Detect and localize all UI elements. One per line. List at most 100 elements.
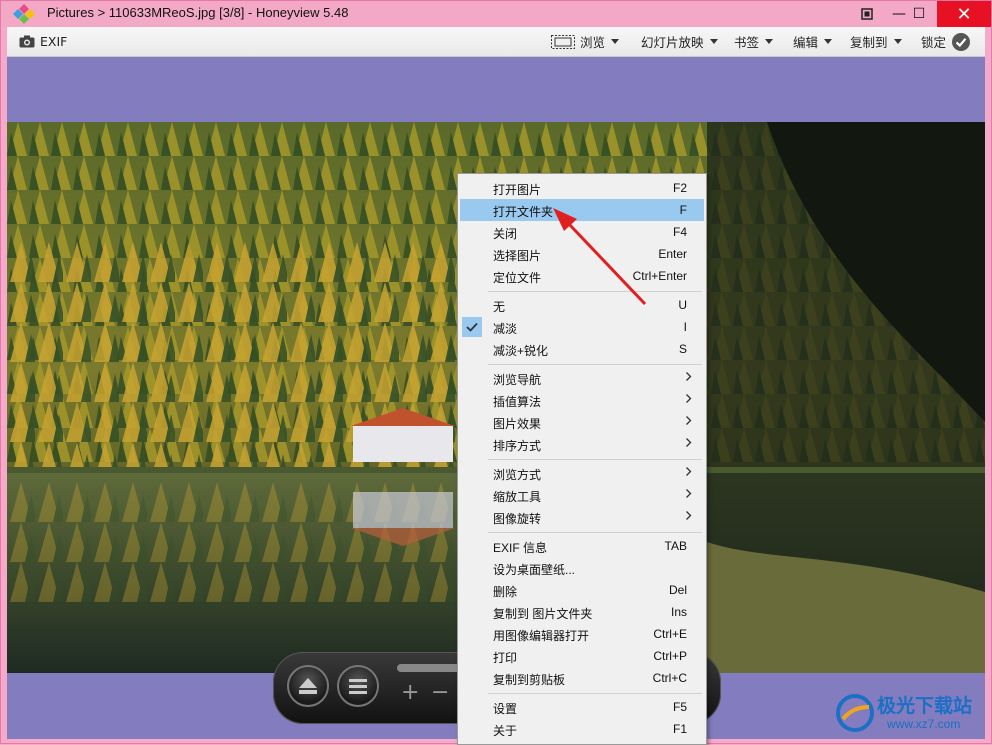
close-button[interactable]: ✕ xyxy=(937,1,991,27)
menu-separator xyxy=(488,364,702,365)
menu-item-label: 减淡 xyxy=(493,322,518,336)
zoom-in-button[interactable]: + xyxy=(401,680,419,705)
menu-item-print[interactable]: 打印 Ctrl+P xyxy=(460,645,704,667)
menu-item-shortcut: S xyxy=(678,342,687,356)
menu-item-label: 设为桌面壁纸... xyxy=(493,563,576,577)
menu-separator xyxy=(488,459,702,460)
menu-item-image-effects[interactable]: 图片效果 xyxy=(460,411,704,433)
menu-item-copy-to-pictures[interactable]: 复制到 图片文件夹 Ins xyxy=(460,601,704,623)
menu-item-label: 用图像编辑器打开 xyxy=(493,629,590,643)
menu-item-label: 删除 xyxy=(493,585,518,599)
menu-item-open-folder[interactable]: 打开文件夹 F xyxy=(460,199,704,221)
hamburger-icon xyxy=(349,679,367,694)
menu-item-label: 定位文件 xyxy=(493,271,542,285)
menu-item-label: EXIF 信息 xyxy=(493,541,548,555)
honeyview-logo-icon xyxy=(13,4,35,24)
menu-item-label: 缩放工具 xyxy=(493,490,542,504)
eject-button[interactable] xyxy=(287,665,329,707)
slideshow-label: 幻灯片放映 xyxy=(641,35,704,50)
browse-menu[interactable]: 浏览 xyxy=(551,27,620,56)
chevron-right-icon xyxy=(686,489,692,498)
exif-label: EXIF xyxy=(40,34,68,49)
menu-button[interactable] xyxy=(337,665,379,707)
chevron-down-icon xyxy=(709,39,718,44)
camera-icon xyxy=(19,35,35,48)
menu-item-open-image[interactable]: 打开图片 F2 xyxy=(460,177,704,199)
menu-item-settings[interactable]: 设置 F5 xyxy=(460,696,704,718)
menu-item-image-rotate[interactable]: 图像旋转 xyxy=(460,506,704,528)
menu-item-delete[interactable]: 删除 Del xyxy=(460,579,704,601)
menu-item-label: 减淡+锐化 xyxy=(493,344,549,358)
menu-item-shortcut: Ins xyxy=(670,605,687,619)
edit-label: 编辑 xyxy=(793,35,819,50)
menu-item-shortcut: Ctrl+E xyxy=(653,627,687,641)
menu-item-label: 排序方式 xyxy=(493,439,542,453)
menu-item-interpolation[interactable]: 插值算法 xyxy=(460,389,704,411)
menu-item-select-image[interactable]: 选择图片 Enter xyxy=(460,243,704,265)
menu-item-close[interactable]: 关闭 F4 xyxy=(460,221,704,243)
menu-item-shortcut: I xyxy=(683,320,687,334)
menu-item-label: 无 xyxy=(493,300,506,314)
menu-item-shortcut: F1 xyxy=(672,722,687,736)
chevron-right-icon xyxy=(686,372,692,381)
lock-button[interactable]: 锁定 xyxy=(921,27,971,56)
menu-item-shortcut: F2 xyxy=(672,181,687,195)
lock-label: 锁定 xyxy=(921,35,947,50)
menu-item-dim[interactable]: 减淡 I xyxy=(460,316,704,338)
zoom-out-button[interactable]: − xyxy=(431,680,449,705)
chevron-down-icon xyxy=(611,39,620,44)
exif-button[interactable]: EXIF xyxy=(19,27,67,56)
menu-item-label: 浏览方式 xyxy=(493,468,542,482)
menu-item-label: 复制到剪贴板 xyxy=(493,673,566,687)
menu-item-label: 关于 xyxy=(493,724,518,738)
browse-label: 浏览 xyxy=(580,35,606,50)
toolbar: EXIF 浏览 幻灯片放映 书签 编辑 复制到 锁定 xyxy=(7,27,985,57)
fullscreen-icon xyxy=(861,8,873,20)
menu-item-copy-to-clipboard[interactable]: 复制到剪贴板 Ctrl+C xyxy=(460,667,704,689)
menu-item-label: 浏览导航 xyxy=(493,373,542,387)
bookmarks-menu[interactable]: 书签 xyxy=(734,27,774,56)
chevron-right-icon xyxy=(686,511,692,520)
menu-item-label: 打开图片 xyxy=(493,183,542,197)
menu-item-open-with-editor[interactable]: 用图像编辑器打开 Ctrl+E xyxy=(460,623,704,645)
menu-item-locate-file[interactable]: 定位文件 Ctrl+Enter xyxy=(460,265,704,287)
copy-to-menu[interactable]: 复制到 xyxy=(850,27,902,56)
close-icon: ✕ xyxy=(956,3,972,25)
menu-item-shortcut: F5 xyxy=(672,700,687,714)
menu-separator xyxy=(488,291,702,292)
menu-item-label: 复制到 图片文件夹 xyxy=(493,607,593,621)
chevron-right-icon xyxy=(686,394,692,403)
menu-item-label: 图片效果 xyxy=(493,417,542,431)
edit-menu[interactable]: 编辑 xyxy=(793,27,833,56)
chevron-down-icon xyxy=(765,39,774,44)
menu-item-sort-order[interactable]: 排序方式 xyxy=(460,433,704,455)
menu-item-label: 图像旋转 xyxy=(493,512,542,526)
browse-view-icon xyxy=(551,34,575,49)
menu-item-label: 关闭 xyxy=(493,227,518,241)
menu-item-shortcut: F4 xyxy=(672,225,687,239)
menu-item-shortcut: Ctrl+C xyxy=(652,671,687,685)
menu-item-shortcut: U xyxy=(678,298,687,312)
watermark-url: www.xz7.com xyxy=(887,717,961,731)
menu-separator xyxy=(488,532,702,533)
chevron-right-icon xyxy=(686,438,692,447)
menu-item-zoom-tools[interactable]: 缩放工具 xyxy=(460,484,704,506)
chevron-right-icon xyxy=(686,467,692,476)
menu-item-set-wallpaper[interactable]: 设为桌面壁纸... xyxy=(460,557,704,579)
menu-item-shortcut: Ctrl+Enter xyxy=(632,269,687,283)
app-window: Pictures > 110633MReoS.jpg [3/8] - Honey… xyxy=(0,0,992,745)
menu-item-about[interactable]: 关于 F1 xyxy=(460,718,704,740)
menu-item-shortcut: Del xyxy=(668,583,687,597)
eject-icon xyxy=(299,678,317,694)
watermark-title: 极光下载站 xyxy=(877,695,973,717)
window-title: Pictures > 110633MReoS.jpg [3/8] - Honey… xyxy=(47,5,349,20)
menu-item-view-mode[interactable]: 浏览方式 xyxy=(460,462,704,484)
title-bar[interactable]: Pictures > 110633MReoS.jpg [3/8] - Honey… xyxy=(1,1,991,27)
maximize-button[interactable]: ☐ xyxy=(901,1,937,27)
slideshow-menu[interactable]: 幻灯片放映 xyxy=(641,27,718,56)
menu-item-none[interactable]: 无 U xyxy=(460,294,704,316)
menu-item-browse-navigation[interactable]: 浏览导航 xyxy=(460,367,704,389)
menu-item-dim-sharpen[interactable]: 减淡+锐化 S xyxy=(460,338,704,360)
maximize-icon: ☐ xyxy=(912,6,926,22)
menu-item-exif-info[interactable]: EXIF 信息 TAB xyxy=(460,535,704,557)
